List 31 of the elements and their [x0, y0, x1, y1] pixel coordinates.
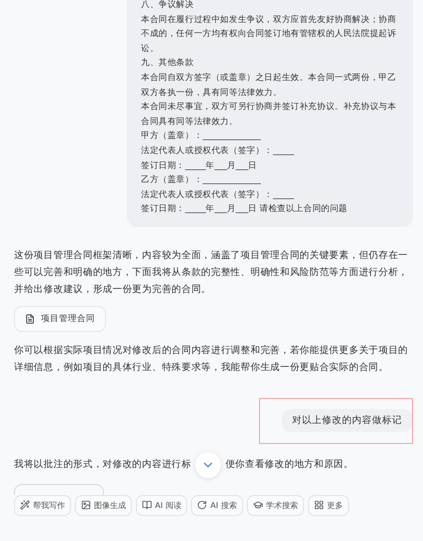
message-text: 法定代表人或授权代表（签字）：_____	[141, 144, 295, 158]
book-icon	[142, 500, 152, 510]
message-text: 八、争议解决	[141, 0, 195, 12]
image-icon	[81, 500, 91, 510]
message-text: 九、其他条款	[141, 57, 195, 70]
tool-button[interactable]: 帮我写作	[14, 494, 71, 516]
message-text: 本合同未尽事宜，双方可另行协商并签订补充协议。补充协议与本合同具有同等法律效力。	[141, 100, 398, 129]
tool-button[interactable]: AI 阅读	[136, 494, 188, 516]
refresh-icon	[197, 500, 208, 510]
message-bubble: 对以上修改的内容做标记	[282, 409, 412, 432]
grid-icon	[314, 500, 324, 510]
wand-icon	[20, 500, 30, 510]
tool-button[interactable]: 更多	[308, 494, 349, 516]
document-icon	[25, 314, 35, 324]
tool-button[interactable]: 学术搜索	[246, 494, 304, 516]
message-text: 乙方（盖章）：______________	[141, 174, 262, 188]
file-attachment[interactable]: 项目管理合同	[14, 306, 106, 332]
response-text: 便你查看修改的地方和原因。	[225, 458, 354, 472]
response-text: 我将以批注的形式，对修改的内容进行标	[14, 458, 192, 472]
response-paragraph: 你可以根据实际项目情况对修改后的合同内容进行调整和完善，若你能提供更多关于项目的详细信息，例如项目的具体行业、特殊要求等，我能帮你生成一份更贴合实际的合同。	[14, 344, 410, 375]
scroll-down-button[interactable]	[195, 452, 222, 478]
message-text: 签订日期：_____年___月___日 请检查以上合同的问题	[141, 203, 349, 216]
message-text: 甲方（盖章）：______________	[141, 130, 262, 144]
message-text: 本合同自双方签字（或盖章）之日起生效。本合同一式两份，甲乙双方各执一份，具有同等法律效力。	[141, 72, 398, 100]
tool-button[interactable]: AI 搜索	[191, 494, 243, 516]
message-text: 本合同在履行过程中如发生争议，双方应首先友好协商解决；协商不成的，任何一方均有权向合同签订地有管辖权的人民法院提起诉讼。	[141, 14, 398, 56]
tool-button[interactable]: 图像生成	[75, 494, 132, 516]
graduation-cap-icon	[252, 500, 263, 510]
message-text: 法定代表人或授权代表（签字）：_____	[141, 188, 295, 202]
response-paragraph: 这份项目管理合同框架清晰，内容较为全面，涵盖了项目管理合同的关键要素，但仍存在一些可以完善和明确的地方，下面我将从条款的完整性、明确性和风险防范等方面进行分析，并给出修改建议，形成一份更为完善的合同。	[14, 248, 410, 297]
message-text: 签订日期：_____年___月___日	[141, 160, 258, 173]
